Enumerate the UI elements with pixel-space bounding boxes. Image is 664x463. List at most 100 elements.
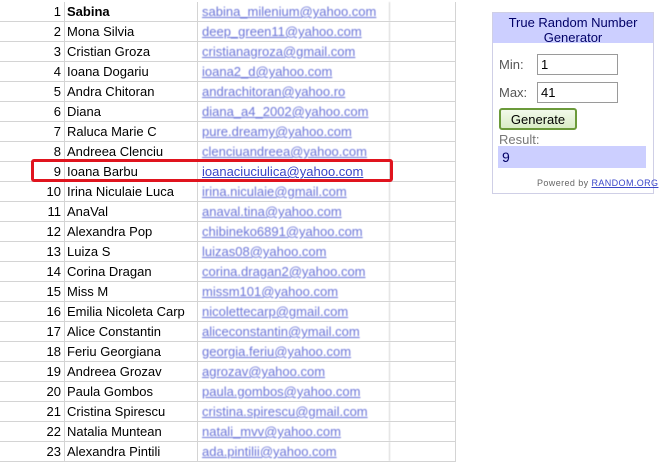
name-cell[interactable]: Miss M (65, 282, 198, 301)
email-link-cell[interactable]: diana_a4_2002@yahoo.com (198, 102, 390, 121)
row-number-cell[interactable]: 16 (0, 302, 65, 321)
name-cell[interactable]: Andra Chitoran (65, 82, 198, 101)
name-cell[interactable]: Alexandra Pintili (65, 442, 198, 461)
random-org-link[interactable]: RANDOM.ORG (591, 178, 658, 188)
empty-cell[interactable] (390, 282, 456, 301)
email-link-cell[interactable]: irina.niculaie@gmail.com (198, 182, 390, 201)
empty-cell[interactable] (390, 82, 456, 101)
email-link-cell[interactable]: pure.dreamy@yahoo.com (198, 122, 390, 141)
row-number-cell[interactable]: 23 (0, 442, 65, 461)
row-number-cell[interactable]: 11 (0, 202, 65, 221)
row-number-cell[interactable]: 10 (0, 182, 65, 201)
row-number-cell[interactable]: 7 (0, 122, 65, 141)
email-link-cell[interactable]: georgia.feriu@yahoo.com (198, 342, 390, 361)
row-number-cell[interactable]: 15 (0, 282, 65, 301)
generate-button[interactable]: Generate (499, 108, 577, 130)
name-cell[interactable]: Alexandra Pop (65, 222, 198, 241)
empty-cell[interactable] (390, 182, 456, 201)
name-cell[interactable]: Raluca Marie C (65, 122, 198, 141)
email-link-cell[interactable]: ioana2_d@yahoo.com (198, 62, 390, 81)
name-cell[interactable]: Ioana Dogariu (65, 62, 198, 81)
empty-cell[interactable] (390, 42, 456, 61)
row-number-cell[interactable]: 6 (0, 102, 65, 121)
email-link-cell[interactable]: ioanaciuciulica@yahoo.com (198, 162, 390, 181)
name-cell[interactable]: Feriu Georgiana (65, 342, 198, 361)
empty-cell[interactable] (390, 342, 456, 361)
name-cell[interactable]: Sabina (65, 2, 198, 21)
row-number-cell[interactable]: 20 (0, 382, 65, 401)
empty-cell[interactable] (390, 362, 456, 381)
row-number-cell[interactable]: 3 (0, 42, 65, 61)
empty-cell[interactable] (390, 202, 456, 221)
email-link-cell[interactable]: nicolettecarp@gmail.com (198, 302, 390, 321)
empty-cell[interactable] (390, 422, 456, 441)
empty-cell[interactable] (390, 162, 456, 181)
email-link-cell[interactable]: paula.gombos@yahoo.com (198, 382, 390, 401)
row-number-cell[interactable]: 9 (0, 162, 65, 181)
name-cell[interactable]: Andreea Clenciu (65, 142, 198, 161)
row-number-cell[interactable]: 12 (0, 222, 65, 241)
empty-cell[interactable] (390, 62, 456, 81)
empty-cell[interactable] (390, 222, 456, 241)
empty-cell[interactable] (390, 142, 456, 161)
empty-cell[interactable] (390, 122, 456, 141)
row-number-cell[interactable]: 18 (0, 342, 65, 361)
name-cell[interactable]: AnaVal (65, 202, 198, 221)
name-cell[interactable]: Cristian Groza (65, 42, 198, 61)
name-cell[interactable]: Irina Niculaie Luca (65, 182, 198, 201)
name-cell[interactable]: Paula Gombos (65, 382, 198, 401)
email-link-cell[interactable]: corina.dragan2@yahoo.com (198, 262, 390, 281)
row-number-cell[interactable]: 5 (0, 82, 65, 101)
name-cell[interactable]: Cristina Spirescu (65, 402, 198, 421)
empty-cell[interactable] (390, 382, 456, 401)
empty-cell[interactable] (390, 262, 456, 281)
email-link-cell[interactable]: clenciuandreea@yahoo.com (198, 142, 390, 161)
row-number-cell[interactable]: 21 (0, 402, 65, 421)
empty-cell[interactable] (390, 242, 456, 261)
email-link-cell[interactable]: natali_mvv@yahoo.com (198, 422, 390, 441)
row-number-cell[interactable]: 13 (0, 242, 65, 261)
name-cell[interactable]: Alice Constantin (65, 322, 198, 341)
email-link-cell[interactable]: agrozav@yahoo.com (198, 362, 390, 381)
email-link-cell[interactable]: deep_green11@yahoo.com (198, 22, 390, 41)
name-cell[interactable]: Emilia Nicoleta Carp (65, 302, 198, 321)
table-row: 1 Sabina sabina_milenium@yahoo.com (0, 2, 456, 22)
row-number-cell[interactable]: 22 (0, 422, 65, 441)
email-link-cell[interactable]: chibineko6891@yahoo.com (198, 222, 390, 241)
row-number-cell[interactable]: 4 (0, 62, 65, 81)
email-link-cell[interactable]: sabina_milenium@yahoo.com (198, 2, 390, 21)
name-cell[interactable]: Mona Silvia (65, 22, 198, 41)
email-link-cell[interactable]: ada.pintilii@yahoo.com (198, 442, 390, 461)
email-link-cell[interactable]: missm101@yahoo.com (198, 282, 390, 301)
row-number-cell[interactable]: 8 (0, 142, 65, 161)
empty-cell[interactable] (390, 442, 456, 461)
name-cell[interactable]: Natalia Muntean (65, 422, 198, 441)
row-number-cell[interactable]: 19 (0, 362, 65, 381)
email-link-cell[interactable]: anaval.tina@yahoo.com (198, 202, 390, 221)
name-cell[interactable]: Corina Dragan (65, 262, 198, 281)
empty-cell[interactable] (390, 2, 456, 21)
row-number-cell[interactable]: 14 (0, 262, 65, 281)
table-row: 6 Diana diana_a4_2002@yahoo.com (0, 102, 456, 122)
email-link-cell[interactable]: luizas08@yahoo.com (198, 242, 390, 261)
random-number-widget: True Random Number Generator Min: Max: G… (492, 12, 658, 194)
email-link-cell[interactable]: cristina.spirescu@gmail.com (198, 402, 390, 421)
max-input[interactable] (537, 82, 618, 103)
name-cell[interactable]: Ioana Barbu (65, 162, 198, 181)
empty-cell[interactable] (390, 402, 456, 421)
email-link-cell[interactable]: andrachitoran@yahoo.ro (198, 82, 390, 101)
name-cell[interactable]: Luiza S (65, 242, 198, 261)
empty-cell[interactable] (390, 22, 456, 41)
table-row: 12 Alexandra Pop chibineko6891@yahoo.com (0, 222, 456, 242)
email-link-cell[interactable]: cristianagroza@gmail.com (198, 42, 390, 61)
row-number-cell[interactable]: 17 (0, 322, 65, 341)
empty-cell[interactable] (390, 302, 456, 321)
email-link-cell[interactable]: aliceconstantin@ymail.com (198, 322, 390, 341)
empty-cell[interactable] (390, 322, 456, 341)
row-number-cell[interactable]: 2 (0, 22, 65, 41)
min-input[interactable] (537, 54, 618, 75)
name-cell[interactable]: Andreea Grozav (65, 362, 198, 381)
row-number-cell[interactable]: 1 (0, 2, 65, 21)
name-cell[interactable]: Diana (65, 102, 198, 121)
empty-cell[interactable] (390, 102, 456, 121)
